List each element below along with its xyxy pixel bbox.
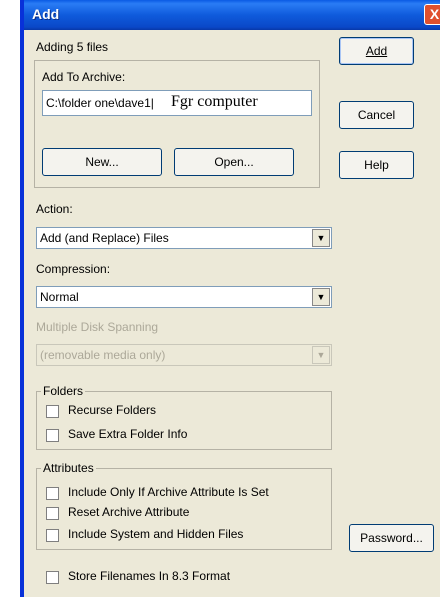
reset-archive-checkbox[interactable] <box>46 507 59 520</box>
include-system-hidden-checkbox[interactable] <box>46 529 59 542</box>
archive-overlay-text: Fgr computer <box>171 93 258 110</box>
new-button-label: New... <box>85 155 119 169</box>
close-icon: X <box>429 6 440 22</box>
adding-status: Adding 5 files <box>36 40 109 54</box>
dialog-title: Add <box>32 6 60 22</box>
close-button[interactable]: X <box>424 4 440 25</box>
open-button-label: Open... <box>214 155 254 169</box>
include-only-archive-label: Include Only If Archive Attribute Is Set <box>68 485 269 499</box>
folders-legend: Folders <box>41 384 86 398</box>
cancel-button-label: Cancel <box>357 108 396 122</box>
chevron-down-icon[interactable]: ▼ <box>312 229 330 247</box>
reset-archive-label: Reset Archive Attribute <box>68 505 190 519</box>
action-label: Action: <box>36 202 73 216</box>
title-bar[interactable]: Add <box>24 0 440 30</box>
new-button[interactable]: New... <box>42 148 162 176</box>
spanning-label: Multiple Disk Spanning <box>36 320 159 334</box>
password-button[interactable]: Password... <box>349 524 434 552</box>
recurse-folders-label: Recurse Folders <box>68 403 157 417</box>
archive-path-field[interactable]: C:\folder one\dave1| Fgr computer <box>42 90 312 116</box>
spanning-select: (removable media only) ▼ <box>36 344 332 366</box>
store-83-checkbox[interactable] <box>46 571 59 584</box>
store-83-label: Store Filenames In 8.3 Format <box>68 569 231 583</box>
include-system-hidden-label: Include System and Hidden Files <box>68 527 244 541</box>
compression-label: Compression: <box>36 262 111 276</box>
open-button[interactable]: Open... <box>174 148 294 176</box>
help-button-label: Help <box>364 158 389 172</box>
folders-group <box>36 391 332 450</box>
action-select[interactable]: Add (and Replace) Files ▼ <box>36 227 332 249</box>
cancel-button[interactable]: Cancel <box>339 101 414 129</box>
recurse-folders-checkbox[interactable] <box>46 405 59 418</box>
compression-value: Normal <box>40 290 79 304</box>
attributes-legend: Attributes <box>41 461 96 475</box>
include-only-archive-checkbox[interactable] <box>46 487 59 500</box>
compression-select[interactable]: Normal ▼ <box>36 286 332 308</box>
action-value: Add (and Replace) Files <box>40 231 169 245</box>
add-button[interactable]: Add <box>339 37 414 65</box>
help-button[interactable]: Help <box>339 151 414 179</box>
chevron-down-icon[interactable]: ▼ <box>312 288 330 306</box>
add-button-label: Add <box>365 44 388 58</box>
spanning-value: (removable media only) <box>40 348 166 362</box>
password-button-label: Password... <box>360 531 423 545</box>
save-extra-folder-checkbox[interactable] <box>46 429 59 442</box>
chevron-down-icon: ▼ <box>312 346 330 364</box>
add-dialog: Add X Adding 5 files Add Cancel Help Add… <box>20 0 440 597</box>
archive-path-value: C:\folder one\dave1| <box>46 96 154 110</box>
save-extra-folder-label: Save Extra Folder Info <box>68 427 188 441</box>
archive-label: Add To Archive: <box>42 70 126 84</box>
